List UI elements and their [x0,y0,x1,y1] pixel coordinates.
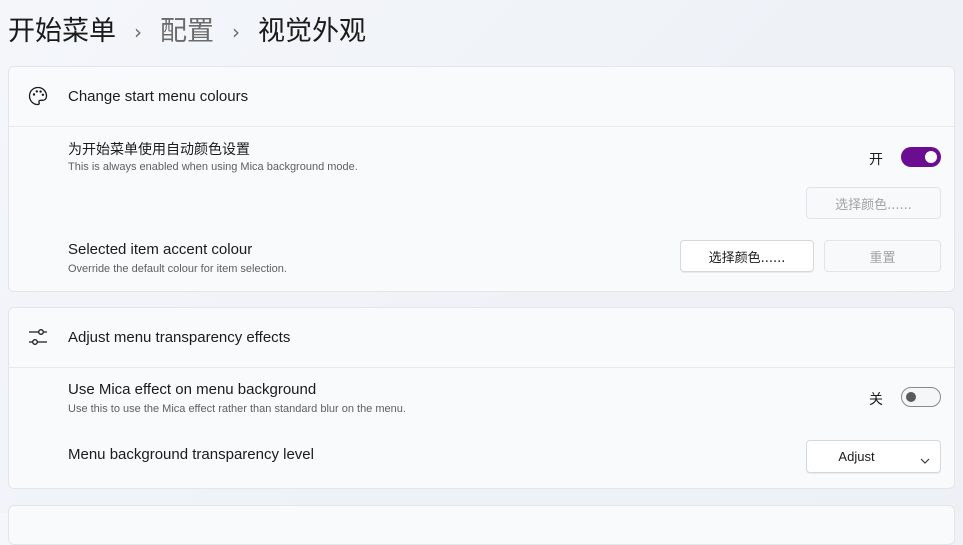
sliders-icon [27,326,49,348]
colours-card-header: Change start menu colours [9,67,954,127]
transparency-card-title: Adjust menu transparency effects [68,329,291,346]
breadcrumb: 开始菜单 › 配置 › 视觉外观 [8,12,366,52]
auto-color-pick-button[interactable]: 选择颜色...... [806,187,941,219]
mica-title: Use Mica effect on menu background [68,381,317,398]
mica-description: Use this to use the Mica effect rather t… [68,403,406,415]
breadcrumb-config[interactable]: 配置 [160,12,214,52]
transparency-card-header: Adjust menu transparency effects [9,308,954,368]
auto-color-description: This is always enabled when using Mica b… [68,161,358,173]
palette-icon [27,85,49,107]
chevron-right-icon: › [134,20,142,44]
transparency-card: Adjust menu transparency effects Use Mic… [8,307,955,489]
chevron-down-icon [920,453,930,464]
accent-colour-description: Override the default colour for item sel… [68,263,287,275]
mica-toggle-state: 关 [869,392,883,408]
chevron-right-icon: › [232,20,240,44]
breadcrumb-start-menu[interactable]: 开始菜单 [8,12,116,52]
accent-reset-button[interactable]: 重置 [824,240,941,272]
page-title: 视觉外观 [258,16,366,47]
auto-color-toggle[interactable] [901,147,941,167]
transparency-level-title: Menu background transparency level [68,446,314,463]
next-card [8,505,955,545]
mica-toggle[interactable] [901,387,941,407]
accent-colour-title: Selected item accent colour [68,241,253,258]
transparency-level-value: Adjust [838,449,875,464]
colours-card-title: Change start menu colours [68,88,249,105]
auto-color-title: 为开始菜单使用自动颜色设置 [68,142,250,158]
toggle-knob [906,392,916,402]
auto-color-toggle-state: 开 [869,152,883,168]
toggle-knob [925,151,937,163]
transparency-level-dropdown[interactable]: Adjust [806,440,941,473]
colours-card: Change start menu colours 为开始菜单使用自动颜色设置 … [8,66,955,292]
accent-pick-color-button[interactable]: 选择颜色...... [680,240,814,272]
